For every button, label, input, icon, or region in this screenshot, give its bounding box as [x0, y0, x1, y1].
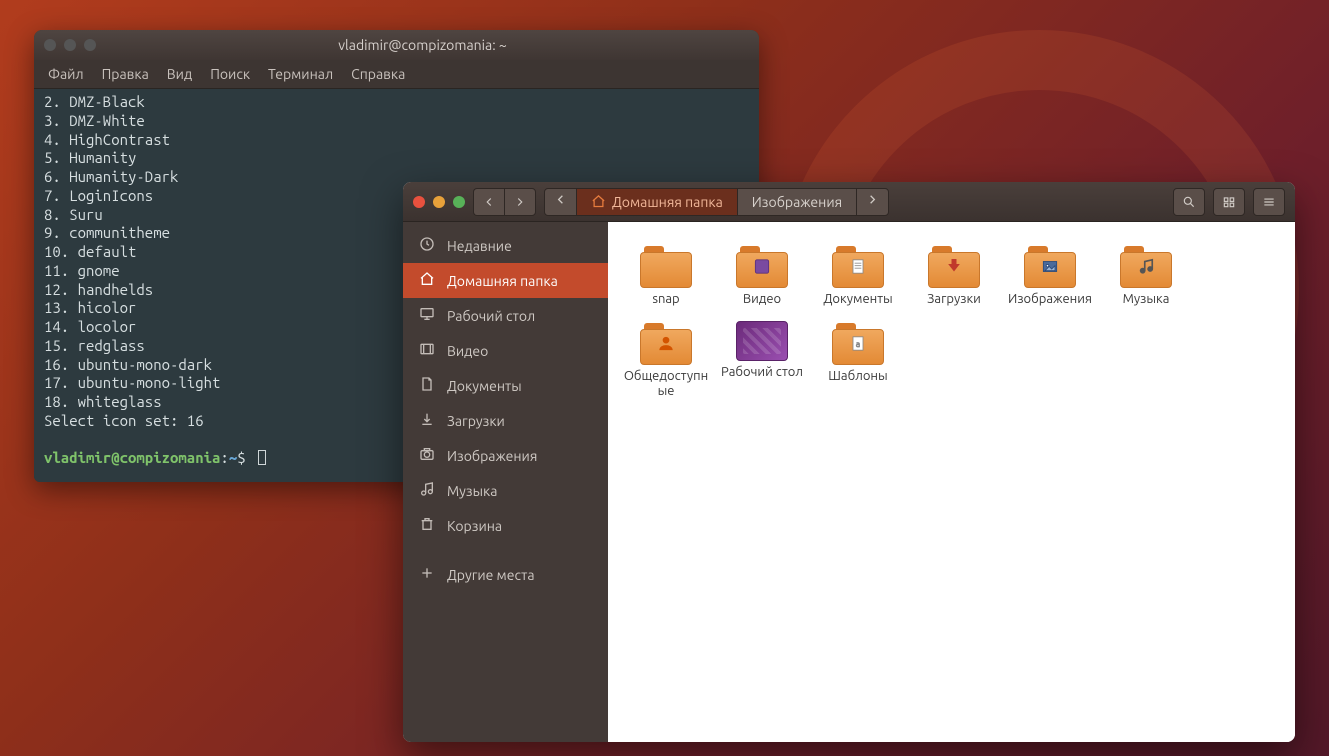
file-item-label: Загрузки [927, 292, 981, 307]
file-item[interactable]: Изображения [1002, 240, 1098, 311]
terminal-titlebar[interactable]: vladimir@compizomania: ~ [34, 30, 759, 60]
file-item[interactable]: Музыка [1098, 240, 1194, 311]
terminal-menu-справка[interactable]: Справка [351, 66, 405, 82]
video-icon [419, 341, 435, 360]
folder-doc-badge-icon [848, 257, 868, 280]
terminal-menubar: Файл Правка Вид Поиск Терминал Справка [34, 60, 759, 89]
sidebar-item-label: Домашняя папка [447, 273, 558, 289]
folder-icon [1120, 244, 1172, 288]
folder-music-badge-icon [1136, 257, 1156, 280]
path-segment-current[interactable]: Изображения [738, 189, 856, 215]
file-item[interactable]: snap [618, 240, 714, 311]
file-item-label: snap [652, 292, 679, 307]
sidebar-item-clock[interactable]: Недавние [403, 228, 608, 263]
file-item-label: Общедоступные [621, 369, 711, 399]
plus-icon [419, 565, 435, 584]
path-current-label: Изображения [752, 194, 842, 210]
search-button[interactable] [1173, 188, 1205, 216]
sidebar-item-label: Корзина [447, 518, 502, 534]
file-item[interactable]: Загрузки [906, 240, 1002, 311]
download-icon [419, 411, 435, 430]
sidebar-item-trash[interactable]: Корзина [403, 508, 608, 543]
terminal-title: vladimir@compizomania: ~ [96, 37, 749, 53]
terminal-menu-правка[interactable]: Правка [102, 66, 149, 82]
clock-icon [419, 236, 435, 255]
camera-icon [419, 446, 435, 465]
path-prev-icon[interactable] [545, 192, 576, 211]
sidebar-item-camera[interactable]: Изображения [403, 438, 608, 473]
sidebar-item-label: Документы [447, 378, 522, 394]
view-mode-button[interactable] [1213, 188, 1245, 216]
sidebar-item-download[interactable]: Загрузки [403, 403, 608, 438]
file-item-label: Рабочий стол [721, 365, 803, 380]
file-item[interactable]: Рабочий стол [714, 317, 810, 403]
file-grid[interactable]: snap Видео Документы Загрузки Изображения Муз… [608, 222, 1295, 742]
terminal-menu-поиск[interactable]: Поиск [210, 66, 250, 82]
desktop-icon [736, 321, 788, 361]
file-item-label: Видео [743, 292, 781, 307]
sidebar-item-desktop[interactable]: Рабочий стол [403, 298, 608, 333]
folder-icon [1024, 244, 1076, 288]
sidebar-item-label: Недавние [447, 238, 512, 254]
sidebar-item-label: Музыка [447, 483, 497, 499]
back-button[interactable] [473, 188, 504, 216]
music-icon [419, 481, 435, 500]
file-item-label: Изображения [1008, 292, 1092, 307]
home-icon [419, 271, 435, 290]
folder-download-badge-icon [944, 257, 964, 280]
window-controls [413, 196, 465, 208]
file-item[interactable]: Документы [810, 240, 906, 311]
folder-icon [832, 244, 884, 288]
folder-icon [928, 244, 980, 288]
sidebar-item-label: Загрузки [447, 413, 505, 429]
sidebar-item-label: Изображения [447, 448, 537, 464]
desktop-icon [419, 306, 435, 325]
svg-text:a: a [856, 339, 860, 349]
sidebar-item-plus[interactable]: Другие места [403, 557, 608, 592]
folder-icon: a [832, 321, 884, 365]
window-controls [44, 39, 96, 51]
file-item[interactable]: a Шаблоны [810, 317, 906, 403]
sidebar: Недавние Домашняя папка Рабочий стол Видео Д… [403, 222, 608, 742]
folder-icon [736, 244, 788, 288]
sidebar-item-home[interactable]: Домашняя папка [403, 263, 608, 298]
menu-button[interactable] [1253, 188, 1285, 216]
file-item[interactable]: Видео [714, 240, 810, 311]
folder-public-badge-icon [656, 334, 676, 357]
file-item[interactable]: Общедоступные [618, 317, 714, 403]
file-item-label: Шаблоны [828, 369, 887, 384]
folder-image-badge-icon [1040, 257, 1060, 280]
forward-button[interactable] [504, 188, 536, 216]
minimize-icon[interactable] [433, 196, 445, 208]
path-next-icon[interactable] [857, 192, 888, 211]
terminal-menu-вид[interactable]: Вид [167, 66, 192, 82]
sidebar-item-video[interactable]: Видео [403, 333, 608, 368]
minimize-icon[interactable] [64, 39, 76, 51]
sidebar-item-label: Видео [447, 343, 488, 359]
maximize-icon[interactable] [84, 39, 96, 51]
file-item-label: Документы [823, 292, 892, 307]
path-segment-home[interactable]: Домашняя папка [577, 189, 737, 215]
sidebar-item-music[interactable]: Музыка [403, 473, 608, 508]
folder-icon [640, 244, 692, 288]
file-item-label: Музыка [1123, 292, 1170, 307]
file-manager-window: Домашняя папка Изображения Недавние Домаш… [403, 182, 1295, 742]
terminal-menu-терминал[interactable]: Терминал [268, 66, 333, 82]
trash-icon [419, 516, 435, 535]
document-icon [419, 376, 435, 395]
maximize-icon[interactable] [453, 196, 465, 208]
folder-template-badge-icon: a [848, 334, 868, 357]
sidebar-item-label: Рабочий стол [447, 308, 535, 324]
close-icon[interactable] [44, 39, 56, 51]
nav-buttons [473, 188, 536, 216]
folder-icon [640, 321, 692, 365]
sidebar-item-label: Другие места [447, 567, 535, 583]
close-icon[interactable] [413, 196, 425, 208]
sidebar-item-document[interactable]: Документы [403, 368, 608, 403]
folder-video-badge-icon [752, 257, 772, 280]
terminal-menu-файл[interactable]: Файл [48, 66, 84, 82]
pathbar: Домашняя папка Изображения [544, 188, 889, 216]
path-home-label: Домашняя папка [612, 194, 723, 210]
file-manager-header: Домашняя папка Изображения [403, 182, 1295, 222]
